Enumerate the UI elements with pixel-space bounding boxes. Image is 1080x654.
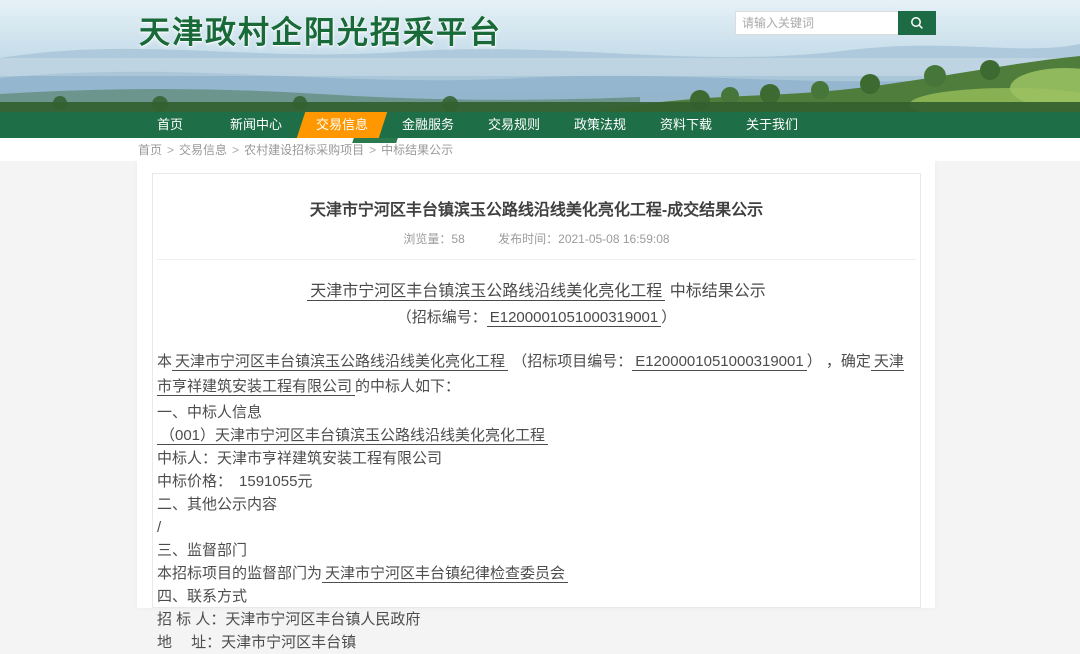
article-meta: 浏览量：58 发布时间：2021-05-08 16:59:08	[157, 230, 916, 247]
winner-line: 中标人：天津市亨祥建筑安装工程有限公司	[157, 447, 916, 470]
announcement-subtitle: 天津市宁河区丰台镇滨玉公路线沿线美化亮化工程 中标结果公示	[157, 277, 916, 301]
contact-bidder-line: 招 标 人：天津市宁河区丰台镇人民政府	[157, 608, 916, 631]
section2-content: /	[157, 516, 916, 539]
main-nav: 首页 新闻中心 交易信息 金融服务 交易规则 政策法规 资料下载 关于我们	[0, 112, 1080, 138]
search-input[interactable]	[735, 11, 898, 35]
bid-number: E1200001051000319001	[487, 309, 662, 327]
nav-item-news[interactable]: 新闻中心	[223, 112, 289, 138]
intro-paragraph: 本天津市宁河区丰台镇滨玉公路线沿线美化亮化工程 （招标项目编号：E1200001…	[157, 349, 916, 399]
subtitle-project-name: 天津市宁河区丰台镇滨玉公路线沿线美化亮化工程	[307, 283, 665, 301]
views-count: 58	[451, 232, 464, 246]
intro-project-code: E1200001051000319001	[632, 353, 807, 371]
active-tab-indicator	[352, 138, 398, 143]
intro-project-name: 天津市宁河区丰台镇滨玉公路线沿线美化亮化工程	[172, 353, 508, 371]
nav-item-trade-info[interactable]: 交易信息	[309, 112, 375, 138]
breadcrumb-separator: >	[167, 143, 174, 157]
nav-item-trade-rules[interactable]: 交易规则	[481, 112, 547, 138]
bidder-name: 天津市宁河区丰台镇人民政府	[225, 611, 420, 628]
supervision-line: 本招标项目的监督部门为天津市宁河区丰台镇纪律检查委员会	[157, 562, 916, 585]
site-title: 天津政村企阳光招采平台	[139, 7, 502, 52]
page-body: 天津市宁河区丰台镇滨玉公路线沿线美化亮化工程-成交结果公示 浏览量：58 发布时…	[0, 161, 1080, 608]
breadcrumb-current: 中标结果公示	[381, 141, 453, 158]
header-banner: 天津政村企阳光招采平台	[0, 0, 1080, 112]
supervision-org: 天津市宁河区丰台镇纪律检查委员会	[322, 565, 568, 583]
search-icon	[909, 15, 925, 31]
bidder-address: 天津市宁河区丰台镇	[221, 634, 356, 651]
lot-project-name: （001）天津市宁河区丰台镇滨玉公路线沿线美化亮化工程	[157, 427, 548, 445]
winner-company: 天津市亨祥建筑安装工程有限公司	[217, 450, 442, 467]
price-line: 中标价格：1591055元	[157, 470, 916, 493]
nav-item-finance[interactable]: 金融服务	[395, 112, 461, 138]
breadcrumb-home[interactable]: 首页	[138, 141, 162, 158]
article-title: 天津市宁河区丰台镇滨玉公路线沿线美化亮化工程-成交结果公示	[157, 196, 916, 220]
winning-price: 1591055元	[239, 473, 312, 490]
breadcrumb-rural-projects[interactable]: 农村建设招标采购项目	[244, 141, 364, 158]
views-label: 浏览量：	[403, 232, 451, 246]
section4-title: 四、联系方式	[157, 585, 916, 608]
section1-item: （001）天津市宁河区丰台镇滨玉公路线沿线美化亮化工程	[157, 424, 916, 447]
contact-address-line: 地 址：天津市宁河区丰台镇	[157, 631, 916, 654]
section3-title: 三、监督部门	[157, 539, 916, 562]
nav-item-policies[interactable]: 政策法规	[567, 112, 633, 138]
content-container: 天津市宁河区丰台镇滨玉公路线沿线美化亮化工程-成交结果公示 浏览量：58 发布时…	[137, 161, 935, 608]
nav-item-home[interactable]: 首页	[137, 112, 203, 138]
search-button[interactable]	[898, 11, 936, 35]
meta-divider	[157, 259, 916, 260]
breadcrumb-separator: >	[232, 143, 239, 157]
nav-item-downloads[interactable]: 资料下载	[653, 112, 719, 138]
breadcrumb-separator: >	[369, 143, 376, 157]
publish-time-label: 发布时间：	[498, 232, 558, 246]
section2-title: 二、其他公示内容	[157, 493, 916, 516]
bid-number-line: （招标编号：E1200001051000319001）	[157, 306, 916, 327]
publish-time-value: 2021-05-08 16:59:08	[558, 232, 669, 246]
breadcrumb-trade-info[interactable]: 交易信息	[179, 141, 227, 158]
breadcrumb: 首页 > 交易信息 > 农村建设招标采购项目 > 中标结果公示	[0, 138, 1080, 161]
article-panel: 天津市宁河区丰台镇滨玉公路线沿线美化亮化工程-成交结果公示 浏览量：58 发布时…	[152, 173, 921, 608]
search-bar	[735, 11, 936, 35]
nav-item-about[interactable]: 关于我们	[739, 112, 805, 138]
article-body: 本天津市宁河区丰台镇滨玉公路线沿线美化亮化工程 （招标项目编号：E1200001…	[157, 349, 916, 654]
section1-title: 一、中标人信息	[157, 401, 916, 424]
